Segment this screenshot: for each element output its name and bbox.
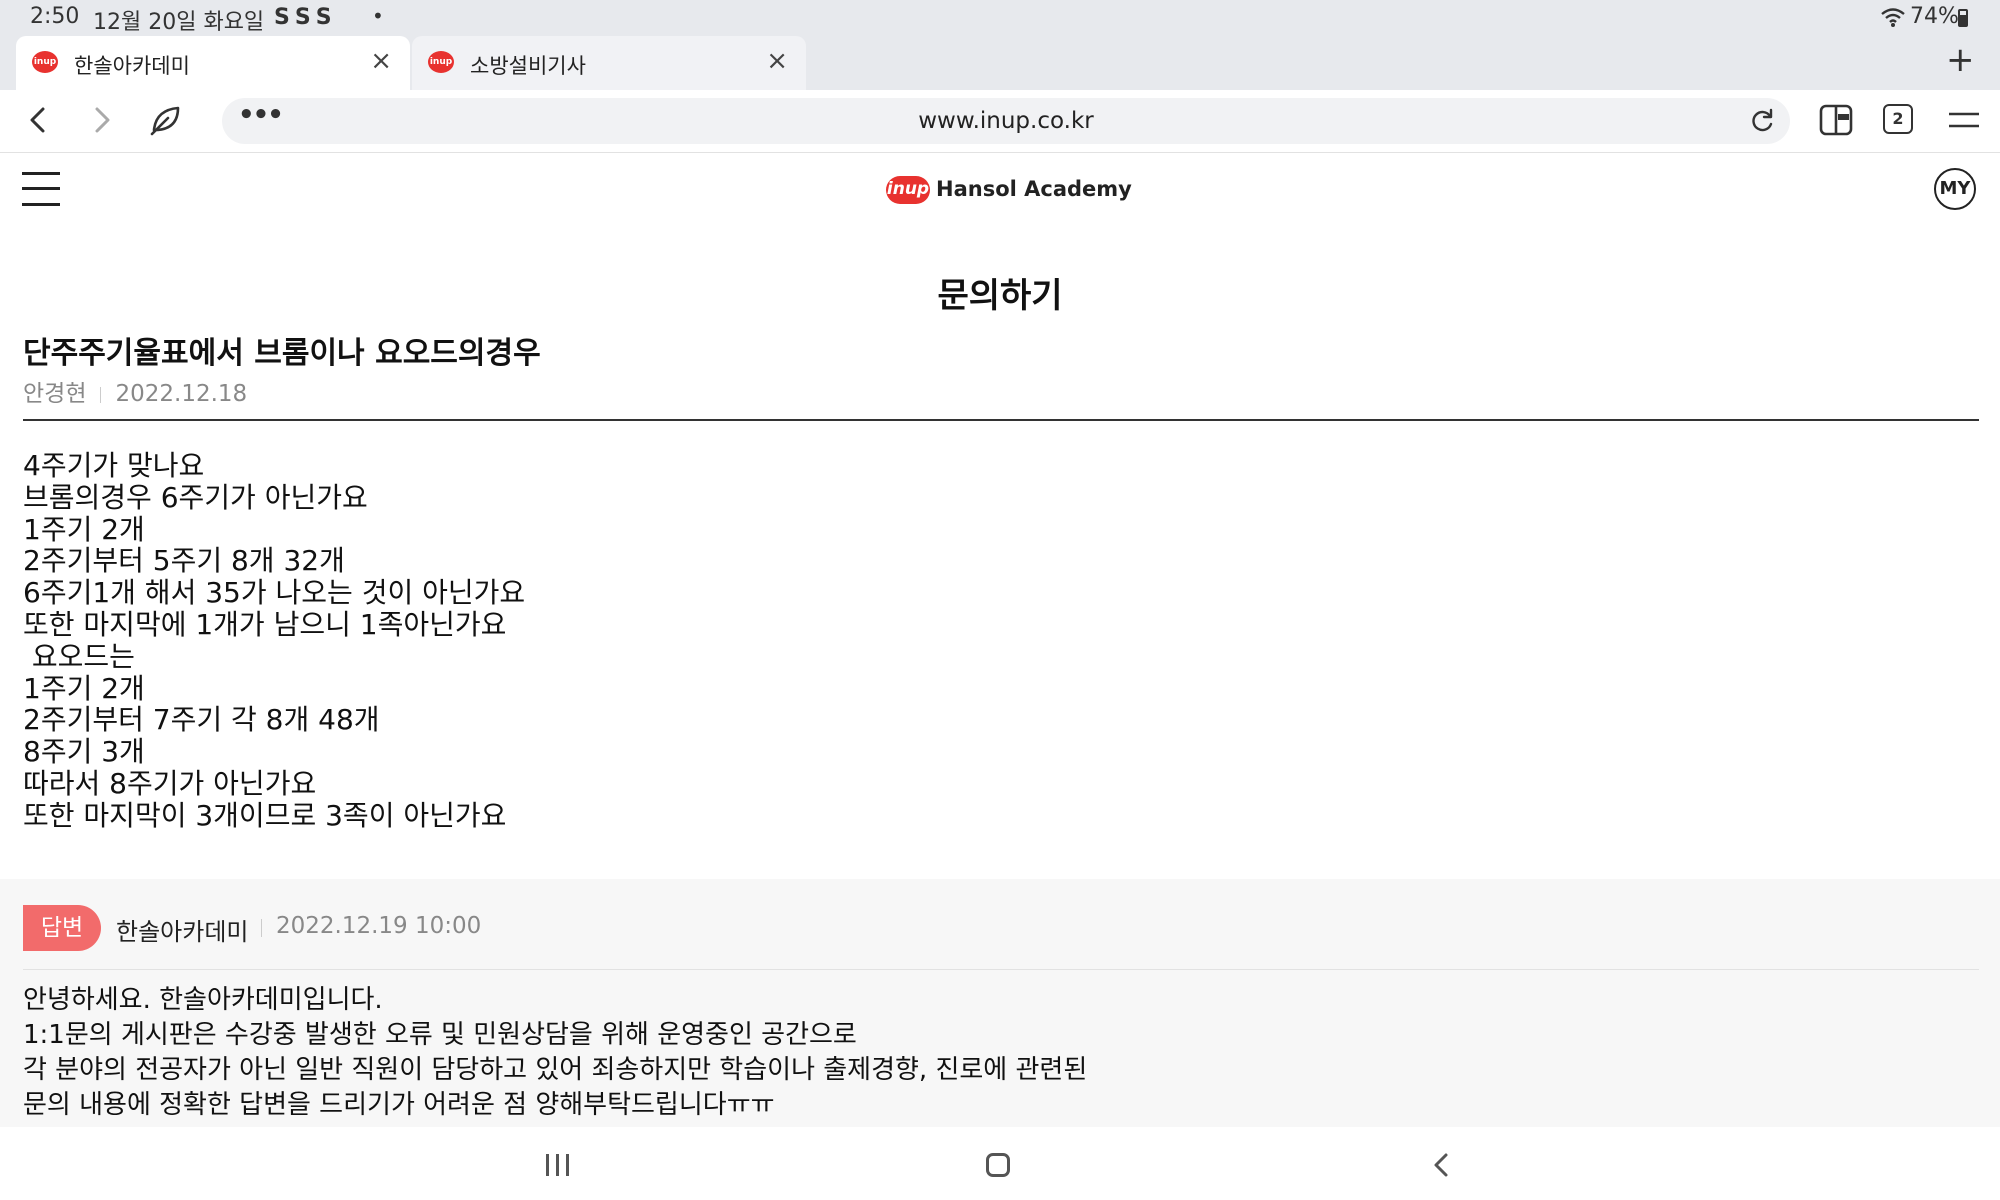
meta-separator [261,919,262,937]
logo-text: Hansol Academy [936,177,1132,201]
browser-tab-bar: inup 한솔아카데미 × inup 소방설비기사 × + [0,36,2000,90]
battery-icon [1958,9,1968,27]
tab-fire-equipment[interactable]: inup 소방설비기사 × [412,36,806,90]
system-back-icon[interactable] [1428,1151,1456,1179]
inup-logo-mark: inup [886,176,930,204]
new-tab-button[interactable]: + [1946,40,1975,80]
recent-apps-icon[interactable] [546,1154,570,1176]
wifi-icon [1881,8,1905,27]
leaf-icon[interactable] [146,100,186,140]
status-bar: 2:50 12월 20일 화요일 SSS • 74% [0,0,2000,36]
answer-date: 2022.12.19 10:00 [276,913,482,939]
answer-badge: 답변 [23,905,101,951]
tab-title: 한솔아카데미 [74,54,190,78]
close-tab-icon[interactable]: × [370,46,392,76]
menu-icon[interactable] [1944,100,1984,140]
site-header: inup Hansol Academy MY [0,152,2000,232]
status-date: 12월 20일 화요일 [93,10,265,35]
status-time: 2:50 [30,4,80,29]
inup-favicon-icon: inup [32,51,58,73]
answer-body: 안녕하세요. 한솔아카데미입니다. 1:1문의 게시판은 수강중 발생한 오류 … [23,985,1088,1120]
question-date: 2022.12.18 [115,381,248,407]
system-navigation-bar [0,1127,2000,1200]
address-bar[interactable]: ••• www.inup.co.kr [222,98,1790,144]
answer-section: 답변 한솔아카데미 2022.12.19 10:00 안녕하세요. 한솔아카데미… [0,879,2000,1127]
notification-dot: • [372,4,384,28]
url-text[interactable]: www.inup.co.kr [222,108,1790,134]
close-tab-icon[interactable]: × [766,46,788,76]
question-author: 안경현 [23,381,87,407]
question-divider [23,419,1979,421]
answer-author: 한솔아카데미 [116,918,249,946]
question-meta: 안경현 2022.12.18 [23,374,247,408]
forward-icon[interactable] [82,100,122,140]
inup-favicon-icon: inup [428,51,454,73]
home-icon[interactable] [986,1153,1010,1177]
question-title: 단주주기율표에서 브롬이나 요오드의경우 [23,336,541,371]
reload-icon[interactable] [1748,107,1776,135]
browser-toolbar: ••• www.inup.co.kr 2 [0,90,2000,153]
tab-count-button[interactable]: 2 [1883,104,1913,134]
my-page-button[interactable]: MY [1934,168,1976,210]
back-icon[interactable] [18,100,58,140]
tab-title: 소방설비기사 [470,54,586,78]
hamburger-menu-icon[interactable] [22,172,60,206]
page-title: 문의하기 [937,276,1063,316]
question-body: 4주기가 맞나요 브롬의경우 6주기가 아닌가요 1주기 2개 2주기부터 5주… [23,449,526,832]
meta-separator [100,386,102,403]
tab-hansol-academy[interactable]: inup 한솔아카데미 × [16,36,410,90]
battery-level: 74% [1910,4,1959,29]
split-view-icon[interactable] [1816,100,1856,140]
notification-icons: SSS [274,5,338,30]
answer-divider [23,969,1979,970]
